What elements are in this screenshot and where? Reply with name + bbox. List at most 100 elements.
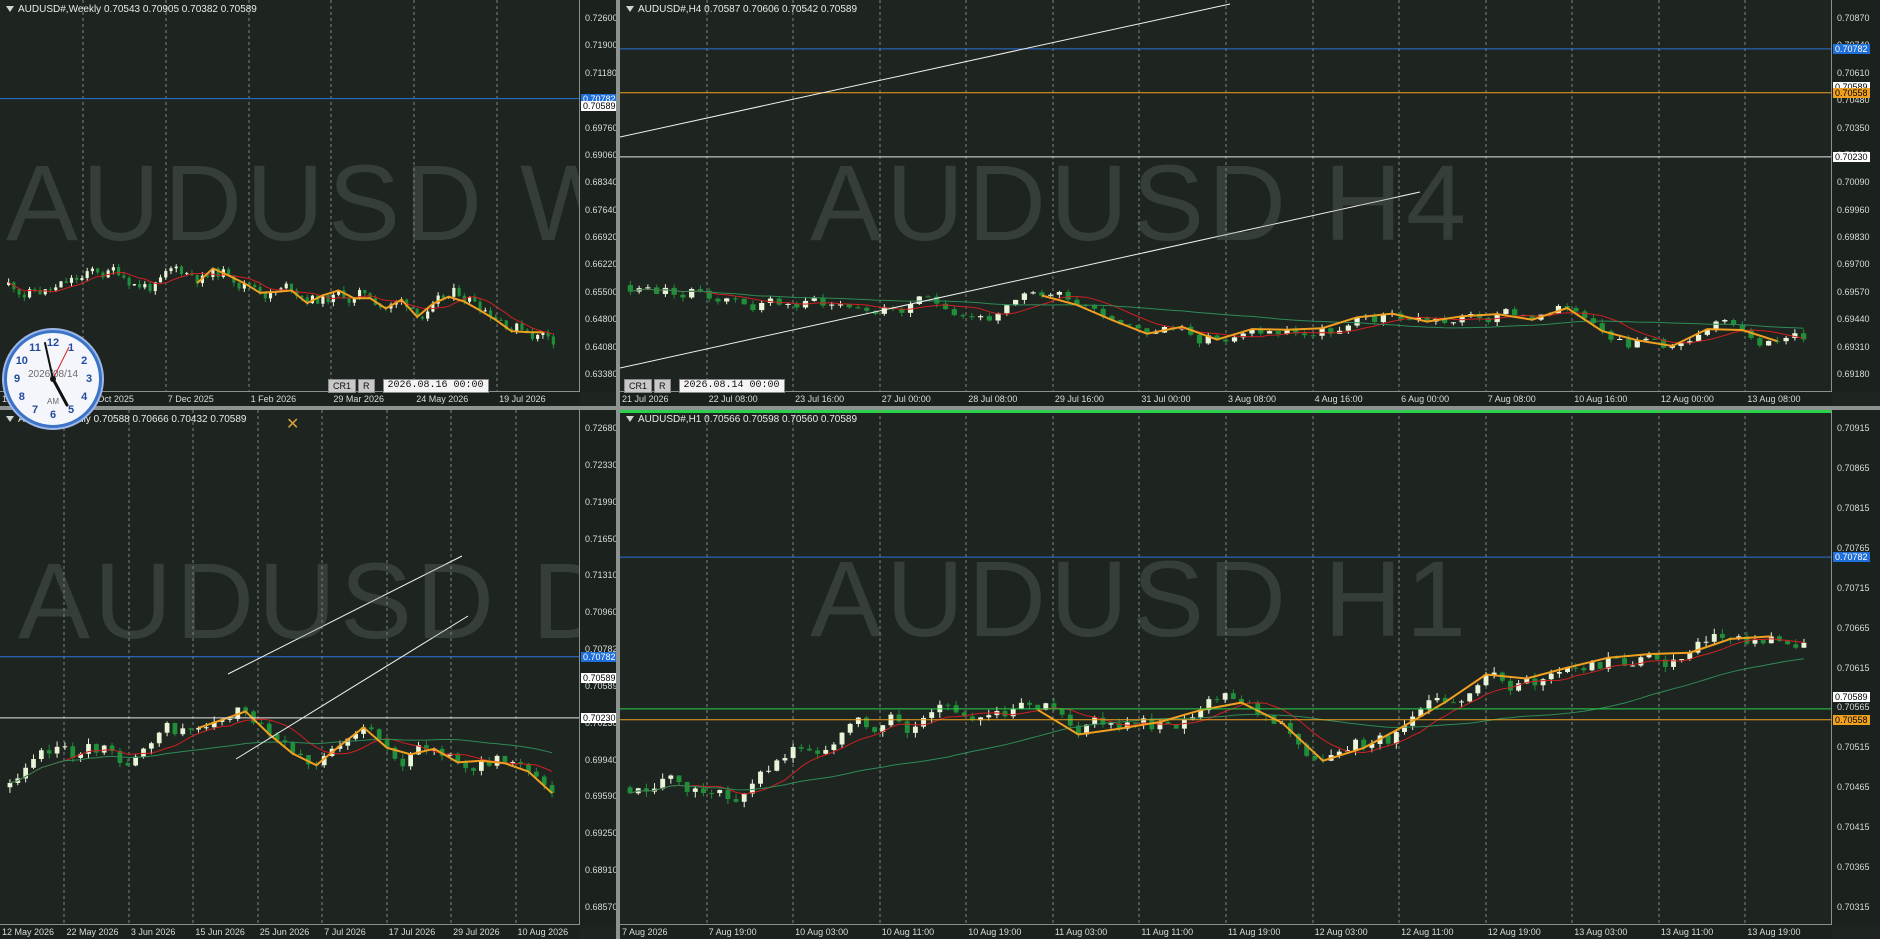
price-axis-h1[interactable]: 0.70915 0.70865 0.70815 0.70765 0.70715 0.706…: [1831, 410, 1880, 925]
candle-body: [263, 292, 267, 299]
candle-body: [1030, 292, 1036, 294]
candle-body: [969, 316, 975, 318]
candle-body: [1230, 693, 1236, 699]
candle-body: [499, 319, 503, 321]
time-axis-daily[interactable]: 12 May 2026 22 May 2026 3 Jun 2026 15 Jun 2…: [0, 924, 580, 939]
candle-body: [855, 717, 861, 724]
cr1-button[interactable]: CR1: [624, 379, 653, 393]
time-tick-label: 19 Jul 2026: [499, 394, 546, 404]
time-tick-label: 27 Jul 00:00: [881, 394, 931, 404]
candle-body: [815, 750, 821, 754]
candle-body: [463, 762, 468, 769]
time-axis-h1[interactable]: 7 Aug 2026 7 Aug 19:00 10 Aug 03:00 10 Aug …: [620, 924, 1832, 939]
candle-body: [158, 277, 163, 283]
candle-body: [180, 728, 186, 735]
collapse-triangle-icon[interactable]: [626, 6, 634, 13]
candle-body: [725, 789, 731, 800]
time-tick-label: 12 Aug 19:00: [1487, 927, 1541, 937]
candle-body: [1638, 657, 1644, 666]
collapse-triangle-icon[interactable]: [6, 6, 14, 13]
chart-pane-h1[interactable]: AUDUSD#,H1 0.70566 0.70598 0.70560 0.705…: [620, 410, 1880, 939]
candle-body: [156, 732, 162, 744]
price-tick-label: 0.70565: [1837, 702, 1870, 713]
candle-body: [259, 722, 264, 724]
crosshair-tool-icon[interactable]: ✕: [286, 414, 299, 434]
candle-body: [1459, 701, 1464, 703]
clock-number: 5: [67, 404, 75, 417]
candle-body: [732, 298, 739, 300]
candle-body: [839, 732, 845, 745]
price-tick-label: 0.69440: [1837, 314, 1870, 325]
clock-number: 11: [29, 341, 41, 354]
candle-body: [715, 298, 721, 302]
datetime-field[interactable]: 2026.08.16 00:00: [382, 379, 489, 393]
candle-body: [676, 775, 682, 783]
candle-body: [7, 782, 13, 788]
price-tick-label: 0.69700: [1837, 259, 1870, 270]
candle-body: [457, 287, 461, 296]
candle-body: [1643, 338, 1649, 341]
candle-body: [185, 273, 189, 275]
candle-body: [798, 747, 804, 749]
clock-number: 6: [49, 409, 57, 421]
time-tick-label: 13 Aug 03:00: [1574, 927, 1628, 937]
candle-body: [46, 750, 52, 754]
price-tick-label: 0.70515: [1837, 742, 1870, 753]
time-axis-h4[interactable]: 21 Jul 2026 22 Jul 08:00 23 Jul 16:00 27 Ju…: [620, 391, 1832, 406]
time-tick-label: 12 Aug 11:00: [1401, 927, 1454, 937]
candle-body: [1512, 309, 1518, 316]
candle-body: [376, 729, 382, 740]
candle-body: [172, 722, 178, 735]
candle-body: [1450, 322, 1457, 324]
candle-body: [125, 762, 131, 766]
time-tick-label: 3 Jun 2026: [130, 927, 176, 937]
candle-body: [921, 717, 926, 727]
daily-candles: [0, 410, 580, 925]
price-tick-label: 0.72600: [585, 13, 616, 23]
r-button[interactable]: R: [654, 379, 671, 393]
candle-body: [70, 746, 76, 758]
chart-pane-daily[interactable]: AUDUSD#,Daily 0.70588 0.70666 0.70432 0.…: [0, 410, 616, 939]
candle-body: [164, 271, 168, 278]
price-tag: 0.70589: [1833, 692, 1870, 703]
channel-line: [620, 191, 1421, 369]
candle-body: [206, 275, 210, 277]
candle-body: [1450, 702, 1456, 704]
candle-body: [1475, 685, 1481, 694]
price-tick-label: 0.69830: [1837, 232, 1870, 243]
candle-body: [54, 287, 58, 291]
candle-body: [951, 309, 957, 316]
candle-body: [1785, 640, 1791, 645]
price-tick-label: 0.72330: [585, 459, 616, 470]
candle-body: [692, 788, 698, 792]
analog-clock-widget[interactable]: 2026/08/14 AM 121234567891011: [4, 330, 102, 428]
candle-body: [811, 298, 817, 301]
candle-body: [767, 298, 774, 303]
price-axis-h4[interactable]: 0.708700.707400.706100.704800.703500.702…: [1831, 0, 1880, 392]
candle-body: [143, 284, 147, 288]
candle-body: [75, 277, 79, 280]
candle-body: [122, 275, 126, 278]
candle-body: [347, 298, 351, 303]
price-tick-label: 0.70465: [1837, 782, 1870, 793]
candle-body: [85, 271, 89, 279]
datetime-field[interactable]: 2026.08.14 00:00: [678, 379, 785, 393]
price-axis-daily[interactable]: 0.72680 0.72330 0.71990 0.71650 0.71310 0.709…: [579, 410, 616, 925]
r-button[interactable]: R: [358, 379, 375, 393]
candle-body: [22, 294, 26, 298]
moving-average-fast: [9, 718, 553, 784]
price-tick-label: 0.71990: [585, 496, 616, 507]
price-axis-weekly[interactable]: 0.726000.719000.711800.704600.697600.690…: [579, 0, 616, 392]
candle-body: [1801, 642, 1807, 648]
cr1-button[interactable]: CR1: [328, 379, 357, 393]
price-tick-label: 0.66920: [585, 232, 616, 243]
time-tick-label: 11 Aug 19:00: [1228, 927, 1281, 937]
zigzag-indicator: [198, 710, 553, 794]
candle-body: [1222, 693, 1228, 700]
chart-pane-h4[interactable]: AUDUSD#,H4 0.70587 0.70606 0.70542 0.705…: [620, 0, 1880, 406]
candle-body: [534, 771, 539, 777]
collapse-triangle-icon[interactable]: [626, 416, 634, 423]
candle-body: [452, 287, 456, 297]
chart-header-weekly: AUDUSD#,Weekly 0.70543 0.70905 0.70382 0…: [6, 4, 257, 15]
candle-body: [1630, 665, 1636, 667]
